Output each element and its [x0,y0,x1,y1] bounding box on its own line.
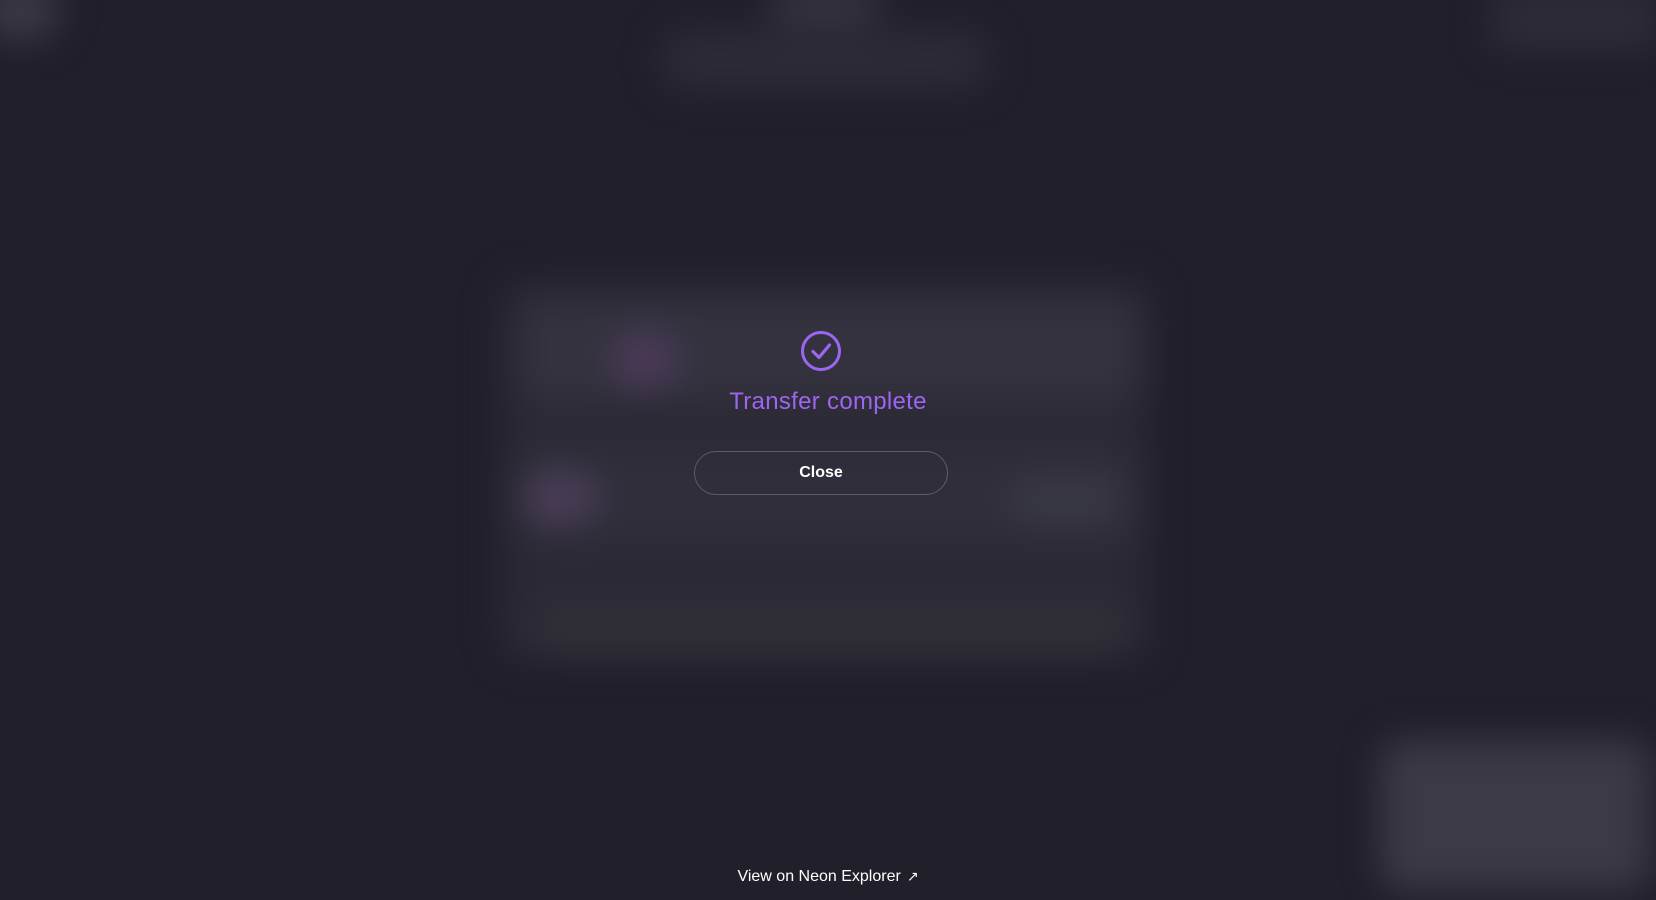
blurred-token-icon [610,330,680,390]
external-link-icon: ↗ [906,868,919,884]
blurred-background [0,0,1656,900]
blurred-token-icon-2 [520,470,600,525]
blurred-top-logo [770,0,880,20]
view-on-explorer-link[interactable]: View on Neon Explorer ↗ [628,866,1028,887]
check-circle-icon [800,330,842,372]
blurred-wallet-area [1490,0,1656,50]
blurred-top-nav [660,30,990,90]
status-title: Transfer complete [729,388,927,415]
blurred-amount [1010,480,1120,520]
close-button[interactable]: Close [694,451,948,495]
transfer-complete-screen: Transfer complete Close View on Neon Exp… [0,0,1656,900]
blurred-toast [1380,740,1650,890]
explorer-link-label: View on Neon Explorer [737,868,901,885]
blurred-submit-button [530,600,1130,660]
blurred-logo [0,0,60,40]
